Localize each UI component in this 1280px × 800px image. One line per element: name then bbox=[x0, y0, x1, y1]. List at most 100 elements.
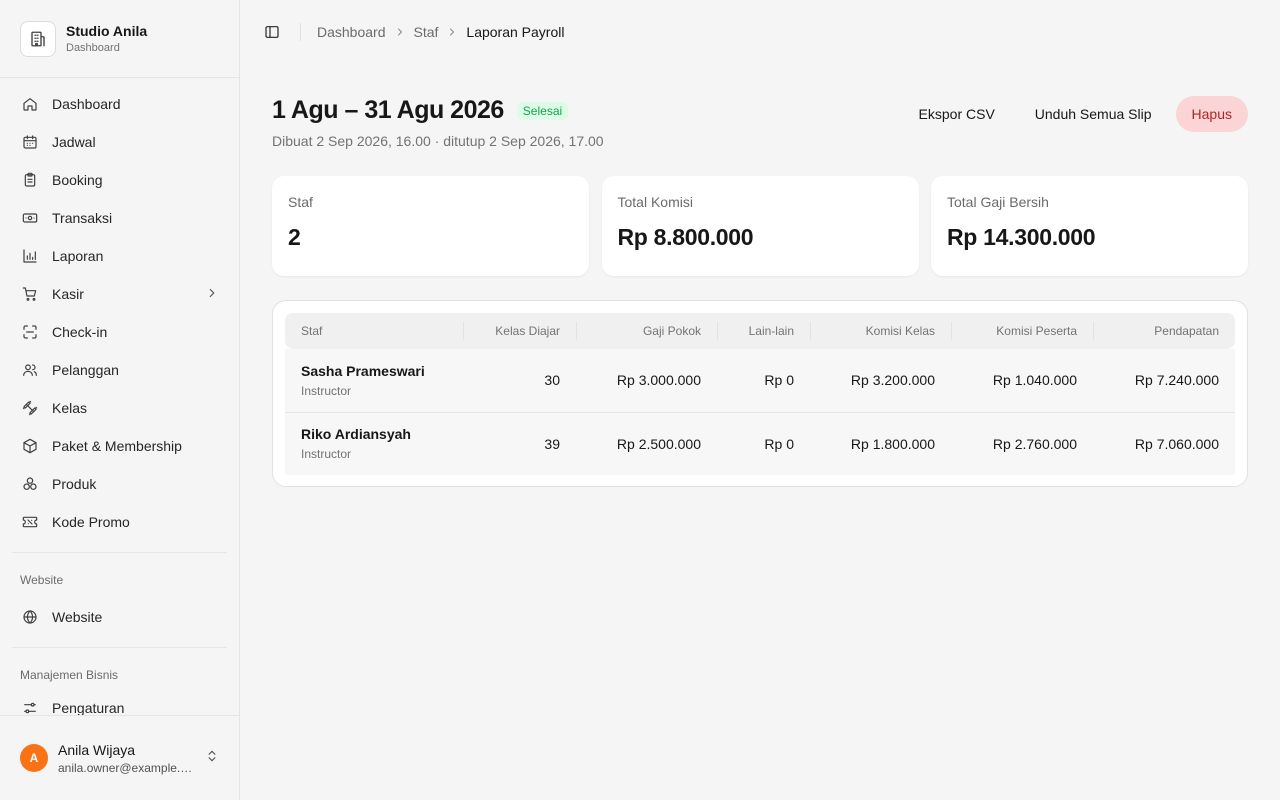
sidebar-item-check-in[interactable]: Check-in bbox=[0, 313, 239, 351]
calendar-icon bbox=[22, 134, 38, 150]
cart-icon bbox=[22, 286, 38, 302]
sidebar-item-laporan[interactable]: Laporan bbox=[0, 237, 239, 275]
sidebar-item-label: Dashboard bbox=[52, 96, 121, 112]
sidebar-group-website: Website bbox=[20, 573, 64, 587]
sidebar-item-paket-membership[interactable]: Paket & Membership bbox=[0, 427, 239, 465]
sidebar-item-label: Paket & Membership bbox=[52, 438, 182, 454]
breadcrumb-staf[interactable]: Staf bbox=[414, 24, 439, 40]
main-content: Dashboard Staf Laporan Payroll 1 Agu – 3… bbox=[240, 0, 1280, 800]
delete-button[interactable]: Hapus bbox=[1175, 96, 1248, 132]
column-header-income[interactable]: Pendapatan bbox=[1093, 313, 1235, 349]
user-name: Anila Wijaya bbox=[58, 741, 136, 758]
chevron-right-icon bbox=[394, 26, 406, 38]
breadcrumb-dashboard[interactable]: Dashboard bbox=[317, 24, 386, 40]
status-badge: Selesai bbox=[516, 101, 569, 120]
sidebar-item-transaksi[interactable]: Transaksi bbox=[0, 199, 239, 237]
stat-card-staff: Staf 2 bbox=[272, 176, 589, 276]
sidebar-item-label: Kelas bbox=[52, 400, 88, 416]
classes-cell: 30 bbox=[463, 349, 576, 413]
sidebar-group-business: Manajemen Bisnis bbox=[20, 668, 119, 682]
settings-icon bbox=[22, 700, 38, 715]
class-commission-cell: Rp 1.800.000 bbox=[810, 412, 951, 475]
package-icon bbox=[22, 438, 38, 454]
users-icon bbox=[22, 362, 38, 378]
column-header-base-salary[interactable]: Gaji Pokok bbox=[576, 313, 717, 349]
home-icon bbox=[22, 96, 38, 112]
other-cell: Rp 0 bbox=[717, 349, 810, 413]
sidebar-item-label: Pelanggan bbox=[52, 362, 119, 378]
staff-role: Instructor bbox=[301, 447, 352, 462]
base-salary-cell: Rp 3.000.000 bbox=[576, 349, 717, 413]
sidebar-item-dashboard[interactable]: Dashboard bbox=[0, 85, 239, 123]
sidebar-toggle-icon[interactable] bbox=[264, 24, 280, 40]
sidebar-item-pengaturan[interactable]: Pengaturan bbox=[0, 693, 239, 715]
boxes-icon bbox=[22, 476, 38, 492]
staff-name: Riko Ardiansyah bbox=[301, 426, 411, 443]
participant-commission-cell: Rp 1.040.000 bbox=[951, 349, 1093, 413]
sidebar-item-label: Jadwal bbox=[52, 134, 96, 150]
income-cell: Rp 7.240.000 bbox=[1093, 349, 1235, 413]
sidebar-item-label: Website bbox=[52, 609, 103, 625]
download-all-slips-button[interactable]: Unduh Semua Slip bbox=[1019, 96, 1168, 132]
sidebar-item-pelanggan[interactable]: Pelanggan bbox=[0, 351, 239, 389]
brand-switcher[interactable]: Studio Anila Dashboard bbox=[0, 0, 239, 78]
class-commission-cell: Rp 3.200.000 bbox=[810, 349, 951, 413]
column-header-class-commission[interactable]: Komisi Kelas bbox=[810, 313, 951, 349]
sidebar-item-kode-promo[interactable]: Kode Promo bbox=[0, 503, 239, 541]
globe-icon bbox=[22, 609, 38, 625]
stat-value: Rp 14.300.000 bbox=[947, 224, 1096, 250]
sidebar-item-label: Transaksi bbox=[52, 210, 113, 226]
topbar: Dashboard Staf Laporan Payroll bbox=[240, 0, 1280, 64]
page-actions: Ekspor CSV Unduh Semua Slip Hapus bbox=[903, 96, 1248, 132]
brand-name: Studio Anila bbox=[66, 23, 148, 39]
user-menu[interactable]: A Anila Wijaya anila.owner@example.com bbox=[0, 715, 239, 800]
ticket-icon bbox=[22, 514, 38, 530]
page-header: 1 Agu – 31 Agu 2026 Selesai Dibuat 2 Sep… bbox=[272, 96, 1248, 156]
sidebar-scroll-clip: Pengaturan bbox=[0, 693, 239, 715]
table-row[interactable]: Sasha Prameswari Instructor 30 Rp 3.000.… bbox=[285, 349, 1235, 413]
sidebar-divider bbox=[12, 647, 227, 648]
stat-card-total-commission: Total Komisi Rp 8.800.000 bbox=[601, 176, 919, 276]
sidebar-item-label: Produk bbox=[52, 476, 97, 492]
payroll-table-card: Staf Kelas Diajar Gaji Pokok Lain-lain K… bbox=[272, 300, 1248, 487]
column-header-staff[interactable]: Staf bbox=[285, 313, 463, 349]
column-header-participant-commission[interactable]: Komisi Peserta bbox=[951, 313, 1093, 349]
sidebar-item-label: Pengaturan bbox=[52, 700, 125, 715]
topbar-divider bbox=[300, 23, 301, 41]
staff-role: Instructor bbox=[301, 383, 352, 398]
base-salary-cell: Rp 2.500.000 bbox=[576, 412, 717, 475]
column-header-classes[interactable]: Kelas Diajar bbox=[463, 313, 576, 349]
sidebar-item-label: Laporan bbox=[52, 248, 104, 264]
other-cell: Rp 0 bbox=[717, 412, 810, 475]
payroll-table: Staf Kelas Diajar Gaji Pokok Lain-lain K… bbox=[285, 313, 1235, 475]
stat-label: Staf bbox=[288, 194, 313, 210]
sidebar-item-jadwal[interactable]: Jadwal bbox=[0, 123, 239, 161]
sidebar-item-label: Booking bbox=[52, 172, 103, 188]
sidebar-item-label: Kode Promo bbox=[52, 514, 130, 530]
bar-chart-icon bbox=[22, 248, 38, 264]
chevrons-up-down-icon[interactable] bbox=[205, 749, 219, 768]
stat-label: Total Gaji Bersih bbox=[947, 194, 1049, 210]
table-row[interactable]: Riko Ardiansyah Instructor 39 Rp 2.500.0… bbox=[285, 412, 1235, 475]
sidebar-item-booking[interactable]: Booking bbox=[0, 161, 239, 199]
sidebar: Studio Anila Dashboard Dashboard Jadwal … bbox=[0, 0, 240, 800]
page-subtitle: Dibuat 2 Sep 2026, 16.00 · ditutup 2 Sep… bbox=[272, 133, 604, 149]
chevron-right-icon[interactable] bbox=[205, 286, 219, 303]
stat-value: Rp 8.800.000 bbox=[617, 224, 754, 250]
breadcrumb: Dashboard Staf Laporan Payroll bbox=[317, 24, 564, 40]
sidebar-item-kelas[interactable]: Kelas bbox=[0, 389, 239, 427]
table-header-row: Staf Kelas Diajar Gaji Pokok Lain-lain K… bbox=[285, 313, 1235, 349]
classes-cell: 39 bbox=[463, 412, 576, 475]
stats-row: Staf 2 Total Komisi Rp 8.800.000 Total G… bbox=[272, 176, 1248, 276]
page-title: 1 Agu – 31 Agu 2026 bbox=[272, 96, 504, 124]
column-header-other[interactable]: Lain-lain bbox=[717, 313, 810, 349]
user-email: anila.owner@example.com bbox=[58, 760, 198, 775]
staff-cell: Riko Ardiansyah Instructor bbox=[285, 412, 463, 475]
sidebar-item-kasir[interactable]: Kasir bbox=[0, 275, 239, 313]
scan-icon bbox=[22, 324, 38, 340]
sidebar-item-produk[interactable]: Produk bbox=[0, 465, 239, 503]
export-csv-button[interactable]: Ekspor CSV bbox=[903, 96, 1011, 132]
clipboard-icon bbox=[22, 172, 38, 188]
sidebar-item-website[interactable]: Website bbox=[0, 598, 239, 636]
chevron-right-icon bbox=[446, 26, 458, 38]
